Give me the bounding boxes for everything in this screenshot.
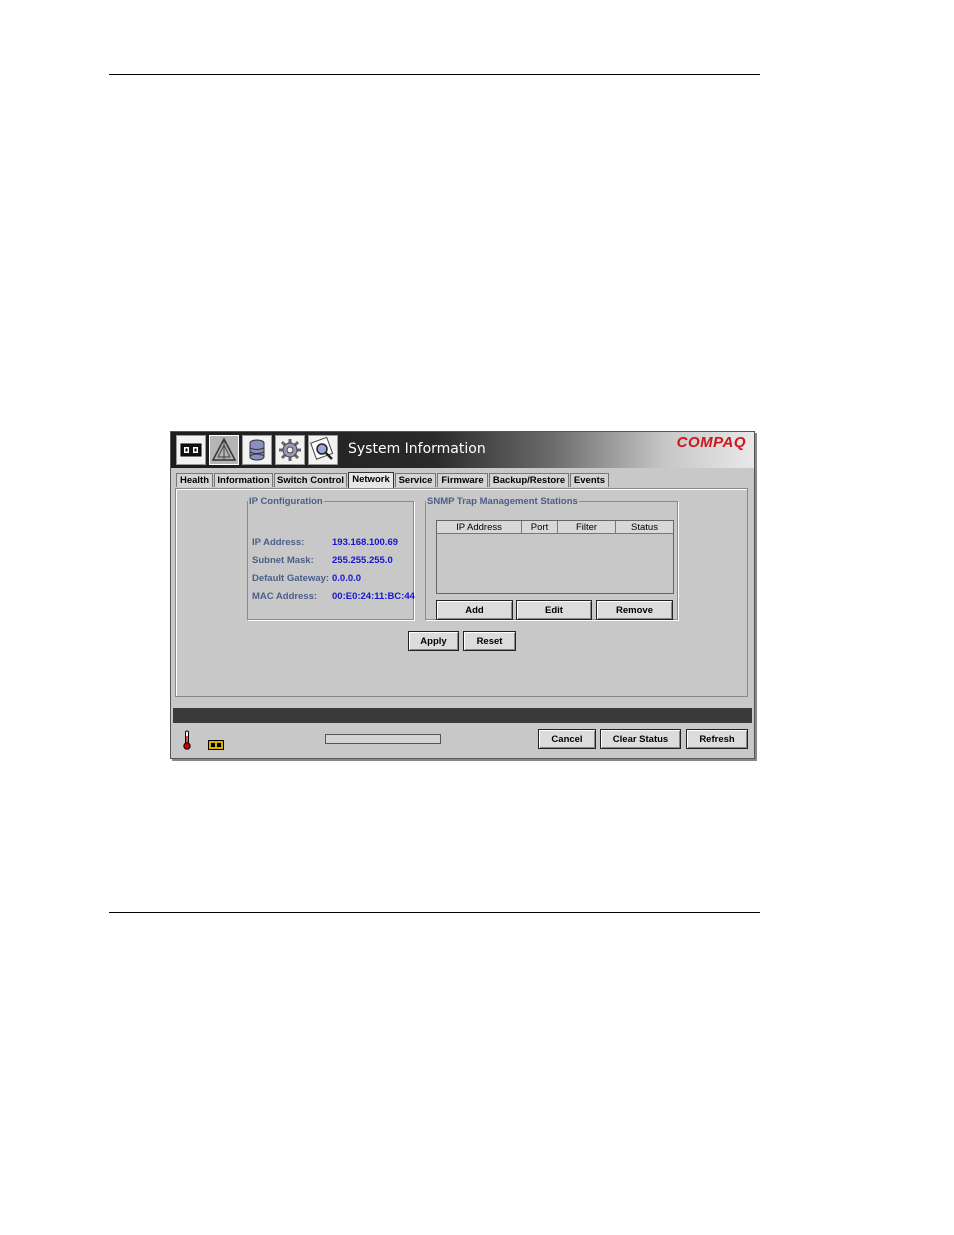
tab-switch-control[interactable]: Switch Control [274,473,347,487]
ip-address-value: 193.168.100.69 [332,537,399,548]
tab-information[interactable]: Information [214,473,273,487]
column-header-ip-address[interactable]: IP Address [437,521,522,534]
top-rule [109,74,760,75]
mac-address-label: MAC Address: [252,591,318,602]
tab-events[interactable]: Events [570,473,609,487]
cancel-button[interactable]: Cancel [538,729,596,749]
column-header-status[interactable]: Status [616,521,673,534]
switch-icon[interactable] [176,435,206,465]
tab-backup-restore[interactable]: Backup/Restore [489,473,569,487]
default-gateway-value: 0.0.0.0 [332,573,362,584]
column-header-filter[interactable]: Filter [558,521,616,534]
subnet-mask-value: 255.255.255.0 [332,555,393,566]
default-gateway-label: Default Gateway: [252,573,330,584]
storage-icon[interactable] [242,435,272,465]
window-title: System Information [348,441,486,457]
thermometer-icon[interactable] [182,730,192,754]
ip-address-label: IP Address: [252,537,305,548]
settings-gear-icon[interactable] [275,435,305,465]
status-bar [173,708,752,723]
ip-configuration-legend: IP Configuration [249,496,323,507]
column-header-port[interactable]: Port [522,521,558,534]
search-icon[interactable] [308,435,338,465]
snmp-trap-stations-group: SNMP Trap Management Stations IP Address… [425,496,678,620]
remove-button[interactable]: Remove [596,600,673,620]
apply-button[interactable]: Apply [408,631,459,651]
snmp-trap-stations-legend: SNMP Trap Management Stations [427,496,578,507]
edit-button[interactable]: Edit [516,600,592,620]
fabric-icon[interactable] [209,435,239,465]
switch-status-icon[interactable] [208,735,224,754]
application-window: System Information COMPAQ Health Informa… [170,431,755,759]
bottom-rule [109,912,760,913]
snmp-stations-table[interactable]: IP Address Port Filter Status [436,520,674,594]
compaq-logo: COMPAQ [676,434,746,451]
reset-button[interactable]: Reset [463,631,516,651]
subnet-mask-label: Subnet Mask: [252,555,314,566]
ip-configuration-group: IP Configuration IP Address: 193.168.100… [247,496,415,620]
tab-health[interactable]: Health [176,473,213,487]
clear-status-button[interactable]: Clear Status [600,729,681,749]
window-header: System Information COMPAQ [171,432,754,468]
refresh-button[interactable]: Refresh [686,729,748,749]
tab-firmware[interactable]: Firmware [437,473,488,487]
progress-bar [325,734,441,744]
mac-address-value: 00:E0:24:11:BC:44 [332,591,415,602]
tab-network[interactable]: Network [348,472,394,488]
tab-service[interactable]: Service [395,473,436,487]
network-tab-panel: IP Configuration IP Address: 193.168.100… [175,488,748,697]
add-button[interactable]: Add [436,600,513,620]
